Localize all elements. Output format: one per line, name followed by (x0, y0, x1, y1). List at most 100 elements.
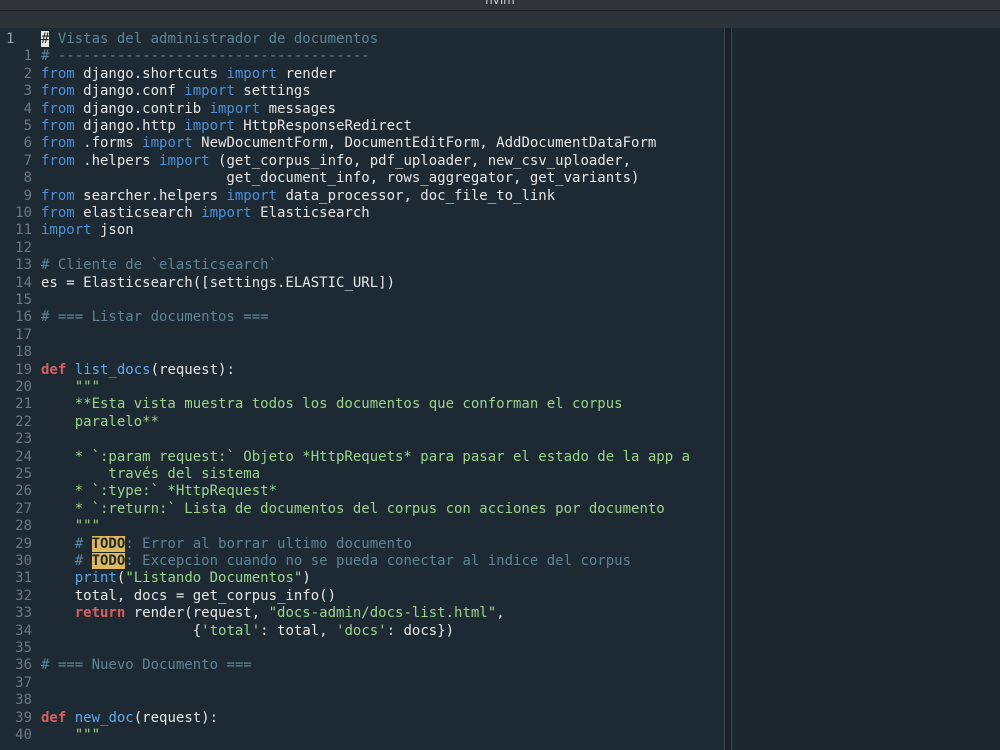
code-line[interactable]: 16 # === Listar documentos === (0, 309, 268, 326)
line-number: 21 (15, 396, 32, 413)
line-number: 29 (15, 535, 32, 552)
code-line[interactable]: 36 # === Nuevo Documento === (0, 657, 252, 674)
code-content: {'total': total, 'docs': docs}) (41, 623, 454, 639)
code-line[interactable]: 1 # ------------------------------------- (0, 48, 370, 65)
code-line[interactable]: 26 * `:type:` *HttpRequest* (0, 483, 277, 500)
string-literal: """ (74, 727, 101, 743)
code-content: from django.conf import settings (41, 83, 311, 99)
tabline (0, 11, 1000, 28)
code-text: ) (302, 570, 311, 587)
code-line[interactable]: 34 {'total': total, 'docs': docs}) (0, 623, 454, 640)
string-literal: "Listando Documentos" (125, 570, 303, 587)
code-content: from django.http import HttpResponseRedi… (41, 118, 412, 134)
code-content: return render(request, "docs-admin/docs-… (41, 605, 505, 621)
line-number: 9 (23, 187, 32, 204)
code-line[interactable]: 8 get_document_info, rows_aggregator, ge… (0, 170, 640, 187)
code-line[interactable]: 3 from django.conf import settings (0, 83, 311, 100)
code-content: from django.contrib import messages (41, 101, 336, 117)
code-text: , (496, 605, 505, 622)
line-number: 33 (15, 605, 32, 622)
code-line[interactable]: 31 print("Listando Documentos") (0, 570, 311, 587)
code-line[interactable]: 15 (0, 292, 41, 309)
code-line[interactable]: 6 from .forms import NewDocumentForm, Doc… (0, 135, 657, 152)
code-line[interactable]: 11 import json (0, 222, 134, 239)
line-number: 4 (23, 100, 32, 117)
import-keyword: from (41, 205, 75, 221)
comment: # === Nuevo Documento === (41, 657, 252, 674)
code-line[interactable]: 40 """ (0, 727, 100, 744)
right-editor-pane[interactable] (732, 28, 1000, 750)
code-content: paralelo** (41, 414, 159, 430)
code-line[interactable]: 32 total, docs = get_corpus_info() (0, 588, 336, 605)
code-line[interactable]: 2 from django.shortcuts import render (0, 66, 336, 83)
code-line[interactable]: 7 from .helpers import (get_corpus_info, … (0, 153, 631, 170)
window-title: nvim (485, 0, 515, 7)
code-line[interactable]: 30 # TODO: Excepcion cuando no se pueda … (0, 553, 631, 570)
code-line[interactable]: 19 def list_docs(request): (0, 362, 235, 379)
code-line[interactable]: 35 (0, 640, 41, 657)
comment: : Error al borrar ultimo documento (125, 535, 412, 552)
code-line[interactable]: 14 es = Elasticsearch([settings.ELASTIC_U… (0, 275, 395, 292)
code-content: from searcher.helpers import data_proces… (41, 188, 555, 204)
code-line[interactable]: 25 través del sistema (0, 466, 260, 483)
line-number: 17 (15, 326, 32, 343)
code-line[interactable]: 18 (0, 344, 41, 361)
import-keyword: import (41, 222, 92, 239)
code-line[interactable]: 5 from django.http import HttpResponseRed… (0, 118, 412, 135)
code-line[interactable]: 37 (0, 675, 41, 692)
code-line[interactable]: 21 **Esta vista muestra todos los docume… (0, 396, 622, 413)
code-line[interactable]: 28 """ (0, 518, 100, 535)
code-line[interactable]: 22 paralelo** (0, 414, 159, 431)
code-content: from .forms import NewDocumentForm, Docu… (41, 135, 656, 151)
code-text: es = Elasticsearch([settings.ELASTIC_URL… (41, 274, 396, 291)
string-literal: 'docs' (336, 622, 387, 639)
code-line[interactable]: 24 * `:param request:` Objeto *HttpReque… (0, 449, 690, 466)
code-text: django.shortcuts (74, 65, 227, 82)
line-number: 26 (15, 483, 32, 500)
comment: # (74, 553, 92, 569)
code-line[interactable]: 10 from elasticsearch import Elasticsearc… (0, 205, 370, 222)
code-line[interactable]: 38 (0, 692, 41, 709)
code-content: total, docs = get_corpus_info() (41, 588, 336, 604)
line-number: 24 (15, 448, 32, 465)
code-content: # TODO: Excepcion cuando no se pueda con… (41, 553, 631, 569)
line-number: 22 (15, 413, 32, 430)
code-line[interactable]: 27 * `:return:` Lista de documentos del … (0, 501, 665, 518)
code-line[interactable]: 29 # TODO: Error al borrar ultimo docume… (0, 535, 412, 553)
editor-pane[interactable]: 1 # Vistas del administrador de documento… (0, 28, 724, 750)
string-literal: "docs-admin/docs-list.html" (268, 605, 497, 622)
import-keyword: from (41, 135, 75, 152)
code-text: : docs}) (386, 622, 455, 639)
code-line[interactable]: 23 (0, 431, 41, 448)
todo-marker: TODO (91, 535, 126, 552)
import-keyword: from (41, 83, 75, 100)
line-number: 35 (15, 640, 32, 656)
string-literal: paralelo** (41, 413, 160, 430)
code-line[interactable]: 12 (0, 240, 41, 257)
code-line[interactable]: 17 (0, 327, 41, 344)
code-text: get_document_info, rows_aggregator, get_… (41, 170, 640, 187)
code-line[interactable]: 9 from searcher.helpers import data_proce… (0, 187, 556, 205)
comment: # (74, 535, 92, 552)
import-keyword: import (159, 152, 210, 169)
code-line[interactable]: 13 # Cliente de `elasticsearch` (0, 257, 277, 274)
code-line[interactable]: 33 return render(request, "docs-admin/do… (0, 605, 505, 622)
code-line-current[interactable]: 1 # Vistas del administrador de documento… (0, 31, 378, 48)
comment: # ------------------------------------- (41, 48, 370, 65)
line-number: 27 (15, 500, 32, 517)
code-text: NewDocumentForm, DocumentEditForm, AddDo… (192, 135, 657, 152)
code-line[interactable]: 20 """ (0, 379, 100, 396)
code-line[interactable]: 39 def new_doc(request): (0, 710, 218, 727)
builtin: print (74, 570, 117, 587)
code-content: * `:return:` Lista de documentos del cor… (41, 501, 665, 517)
vertical-split-separator[interactable] (724, 28, 732, 750)
string-literal: * `:return:` Lista de documentos del cor… (41, 500, 665, 517)
code-text: searcher.helpers (74, 187, 227, 204)
code-content: # === Nuevo Documento === (41, 657, 252, 673)
line-number: 40 (15, 727, 32, 743)
string-literal: * `:type:` *HttpRequest* (41, 483, 278, 500)
code-line[interactable]: 4 from django.contrib import messages (0, 101, 336, 118)
